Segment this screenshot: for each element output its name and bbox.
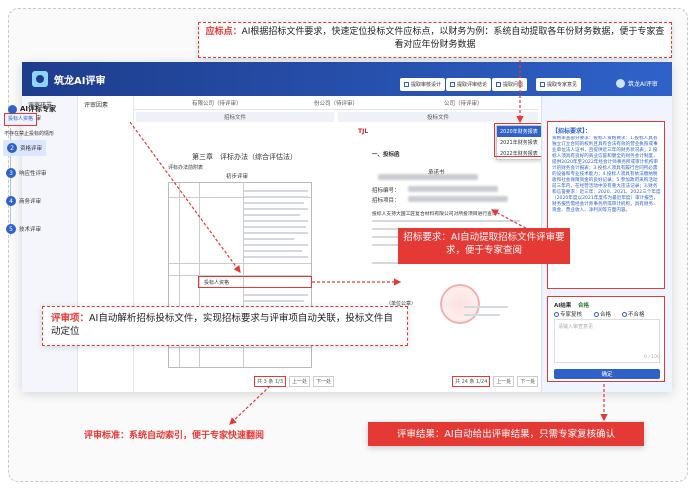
radio-icon <box>554 312 559 317</box>
expert-title: AI评标专家 <box>8 104 56 114</box>
tender-project-label: 招标项目： <box>372 198 400 204</box>
tab-bidder-2[interactable]: 份公司（待评审） <box>314 99 358 107</box>
avatar <box>616 79 625 88</box>
sidebar-item-technical[interactable]: 5 技术评审 <box>6 224 41 234</box>
company-seal <box>440 284 480 324</box>
bid-doc-header: 投标文件 <box>338 112 538 122</box>
sidebar-item-business[interactable]: 4 商务评审 <box>6 196 41 206</box>
year-highlight <box>494 123 544 157</box>
section-title: 初步评审 <box>226 174 249 180</box>
callout-review-item: 评审项：AI自动解析招标投标文件，实现招标要求与评审项自动关联，投标文件自动定位 <box>42 306 408 346</box>
extract-design-button[interactable]: 提取审核设计 <box>400 78 446 91</box>
char-counter: 0 / 100 <box>644 355 660 360</box>
bidder-tabs: 有限公司（待评审） 份公司（待评审） 公司（待评审） <box>134 96 539 110</box>
ai-result-box: AI结果 合格 专家复核 合格 不合格 请输入审查意见 0 / 100 确定 <box>547 296 665 382</box>
callout-standard: 评审标准：系统自动索引，便于专家快速翻阅 <box>84 431 265 441</box>
next-button[interactable]: 下一处 <box>313 375 335 387</box>
radio-fail[interactable]: 不合格 <box>622 310 645 318</box>
result-title: AI结果 <box>554 303 572 309</box>
tab-bidder-3[interactable]: 公司（待评审） <box>444 99 483 107</box>
tab-bidder-1[interactable]: 有限公司（待评审） <box>192 99 242 107</box>
review-label: 专家复核 <box>554 310 582 318</box>
confirm-button[interactable]: 确定 <box>554 369 660 379</box>
highlight-label: 投标人资格 <box>204 280 230 286</box>
pager-total: 共 24 条 1/24 <box>452 375 491 387</box>
robot-icon <box>8 104 17 114</box>
result-badge: 合格 <box>578 303 590 309</box>
document-icon <box>540 82 545 87</box>
review-factor-column: 评审因素 <box>78 96 134 392</box>
extract-opinion-button[interactable]: 提取专家意见 <box>536 78 582 91</box>
prev-button[interactable]: 上一处 <box>493 375 515 387</box>
tender-pager: 共 3 条 1/3 上一处 下一处 <box>254 375 335 387</box>
document-icon <box>450 82 455 87</box>
tender-number-label: 招标编号： <box>372 188 400 194</box>
factor-no-prohibition[interactable]: 不存在禁止投标的情形 <box>4 131 54 138</box>
radio-pass[interactable]: 合格 <box>594 310 611 318</box>
extract-conclusion-button[interactable]: 提取评审结论 <box>446 78 492 91</box>
factor-bidder-qualification[interactable]: 投标人资格 <box>4 113 38 126</box>
radio-icon <box>594 312 599 317</box>
review-factor-header: 评审因素 <box>84 102 109 109</box>
bid-pager: 共 24 条 1/24 上一处 下一处 <box>452 375 539 387</box>
bid-body-text: 投标人支持大国工匠复合材料有限公司对所投项目进行查询 <box>372 212 497 217</box>
sidebar-item-qualification[interactable]: 2 资格评审 <box>3 140 47 156</box>
app-logo-icon <box>32 71 48 87</box>
extract-issue-button[interactable]: 提取问题 <box>492 78 528 91</box>
requirements-title: 【招标要求】： <box>552 128 592 135</box>
chapter-title: 第三章 评标办法（综合评估法） <box>192 153 297 161</box>
document-icon <box>404 82 409 87</box>
table-caption: 评标办法前附表 <box>168 165 204 171</box>
callout-requirement: 招标要求：AI自动提取招标文件评审要求，便于专家查阅 <box>398 228 570 264</box>
document-icon <box>496 82 501 87</box>
pager-total: 共 3 条 1/3 <box>254 375 287 387</box>
callout-result: 评审结果：AI自动给出评审结果，只需专家复核确认 <box>368 422 644 446</box>
company-logo: TJL <box>358 128 369 135</box>
sidebar-item-responsiveness[interactable]: 3 响应性评审 <box>6 168 47 178</box>
next-button[interactable]: 下一处 <box>517 375 539 387</box>
prev-button[interactable]: 上一处 <box>289 375 311 387</box>
tender-doc-header: 招标文件 <box>136 112 334 122</box>
callout-bid-point: 应标点：AI根据招标文件要求，快速定位投标文件应标点，以财务为例：系统自动提取各… <box>198 22 672 58</box>
user-menu[interactable]: 筑龙AI评审 <box>616 79 658 88</box>
bid-section-title: 一、投标函 <box>372 152 400 158</box>
radio-icon <box>622 312 627 317</box>
app-title: 筑龙AI评审 <box>54 75 106 87</box>
